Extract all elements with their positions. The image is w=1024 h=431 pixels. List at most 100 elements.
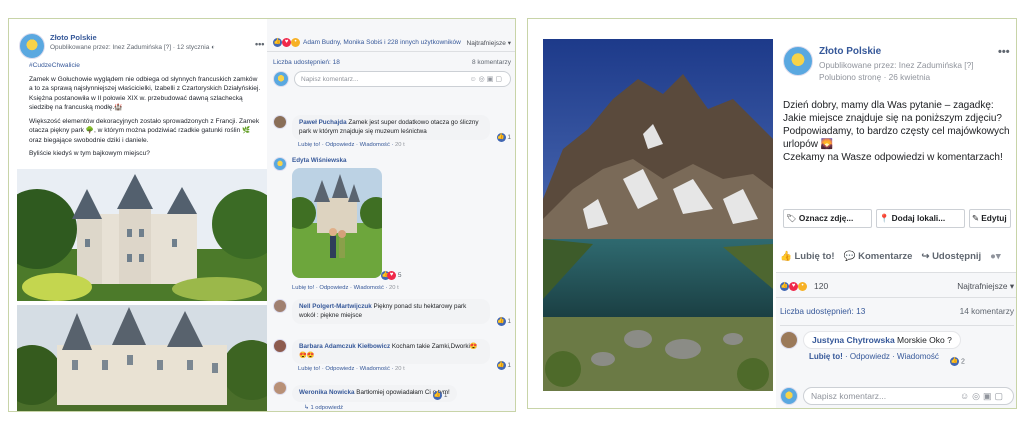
like-link[interactable]: Lubię to! (298, 142, 320, 148)
comment-bubble: Paweł Puchajda Zamek jest super dodatkow… (292, 115, 490, 141)
hashtag-link[interactable]: #CudzeChwalicie (29, 61, 261, 71)
help-link[interactable]: [?] (164, 44, 171, 51)
pencil-icon: ✎ (972, 213, 979, 223)
reply-link[interactable]: Odpowiedz (850, 352, 890, 361)
count: 2 (960, 358, 965, 366)
mountain-lake-photo[interactable] (543, 39, 773, 391)
sort-dropdown[interactable]: Najtrafniejsze ▾ (957, 281, 1014, 291)
avatar[interactable] (780, 331, 798, 349)
comment-photo[interactable] (284, 168, 392, 278)
reply-link[interactable]: Odpowiedz (325, 366, 354, 372)
comment-actions: Lubię to! · Odpowiedz · Wiadomość · 20 t (292, 285, 399, 291)
shares-count[interactable]: Liczba udostępnień: 18 (273, 59, 340, 66)
like-link[interactable]: Lubię to! (292, 285, 314, 291)
globe-icon: ◐ (211, 44, 216, 51)
speech-bubble-icon: 💬 (843, 251, 856, 262)
post-card-castle: Złoto Polskie Opublikowane przez: Inez Z… (8, 18, 516, 412)
share-button[interactable]: ↪ Udostępnij (921, 251, 981, 262)
avatar[interactable] (273, 299, 287, 313)
reactions-bar: 👍 ♥ • Adam Budny, Monika Sobiś i 228 inn… (273, 38, 511, 47)
comment-input[interactable]: Napisz komentarz... ☺◎▣▢ (294, 71, 511, 87)
post-paragraph: Zamek w Gołuchowie wyglądem nie odbiega … (29, 75, 261, 112)
page-name[interactable]: Złoto Polskie (50, 33, 215, 42)
comment-time[interactable]: 20 t (395, 366, 405, 372)
reactions-bar: 👍 ♥ • 120 Najtrafniejsze ▾ (780, 281, 1014, 291)
message-link[interactable]: Wiadomość (354, 285, 384, 291)
emoji-icon[interactable]: ☺◎▣▢ (470, 75, 504, 83)
comment-time[interactable]: 20 t (395, 142, 405, 148)
liked-page-date[interactable]: Polubiono stronę · 26 kwietnia (819, 72, 974, 82)
like-reaction-icon: 👍 (273, 38, 282, 47)
thumbs-up-icon: 👍 (780, 251, 792, 262)
comment-author[interactable]: Paweł Puchajda (299, 119, 347, 126)
comment-input[interactable]: Napisz komentarz... ☺◎▣▢ (803, 387, 1014, 405)
comment-author[interactable]: Edyta Wiśniewska (292, 157, 399, 164)
comment-author[interactable]: Barbara Adamczuk Kiełbowicz (299, 343, 390, 350)
comment-author[interactable]: Justyna Chytrowska (812, 335, 895, 345)
avatar[interactable] (273, 115, 287, 129)
help-link[interactable]: [?] (964, 60, 973, 70)
avatar[interactable] (273, 157, 287, 171)
label: Edytuj (981, 213, 1007, 223)
message-link[interactable]: Wiadomość (360, 142, 390, 148)
like-link[interactable]: Lubię to! (298, 366, 320, 372)
like-link[interactable]: Lubię to! (809, 352, 843, 361)
wow-reaction-icon: • (291, 38, 300, 47)
message-link[interactable]: Wiadomość (360, 366, 390, 372)
comment-reaction-count[interactable]: 👍 2 (950, 357, 965, 366)
love-reaction-icon: ♥ (387, 271, 396, 280)
comment: Edyta Wiśniewska Lubię to! · Odpowiedz ·… (273, 157, 511, 291)
comments-count[interactable]: 14 komentarzy (960, 306, 1014, 316)
post-date[interactable]: 12 stycznia (177, 44, 210, 51)
more-dots-icon[interactable]: ••• (255, 39, 264, 49)
comment: Nell Polgert-Martwijczuk Piękny ponad st… (273, 299, 511, 326)
like-reaction-icon: 👍 (433, 391, 442, 400)
replies-link[interactable]: ↳ 1 odpowiedź (292, 405, 490, 411)
comment-author[interactable]: Weronika Nowicka (299, 389, 355, 396)
like-button[interactable]: 👍 Lubię to! (780, 251, 835, 262)
label: Lubię to! (794, 251, 835, 262)
emoji-icon[interactable]: ☺◎▣▢ (960, 391, 1006, 402)
page-selector[interactable]: ●▾ (990, 251, 1001, 262)
comment-bubble: Barbara Adamczuk Kiełbowicz Kocham takie… (292, 339, 490, 365)
label: Najtrafniejsze (957, 281, 1008, 291)
page-avatar[interactable] (19, 33, 45, 59)
love-reaction-icon: ♥ (282, 38, 291, 47)
post-meta: Opublikowane przez: Inez Zadumińska [?] (819, 60, 974, 70)
edit-button[interactable]: ✎ Edytuj (969, 209, 1011, 228)
count: 1 (507, 134, 511, 142)
message-link[interactable]: Wiadomość (897, 352, 939, 361)
share-arrow-icon: ↪ (921, 251, 930, 262)
comment-reaction-count[interactable]: 👍♥ 5 (381, 271, 401, 280)
reaction-count[interactable]: 120 (814, 281, 828, 291)
more-dots-icon[interactable]: ••• (998, 46, 1010, 58)
comment-author[interactable]: Nell Polgert-Martwijczuk (299, 303, 372, 310)
comment-button[interactable]: 💬 Komentarze (844, 251, 913, 262)
divider (776, 297, 1016, 298)
count: 1 (507, 362, 511, 370)
page-avatar[interactable] (783, 46, 813, 76)
post-meta: Opublikowane przez: Inez Zadumińska [?] … (50, 44, 216, 51)
comment-bubble: Justyna Chytrowska Morskie Oko ? (803, 331, 961, 349)
castle-photo[interactable] (17, 169, 267, 301)
comment-reaction-count[interactable]: 👍 1 (496, 317, 511, 326)
comment-time[interactable]: 20 t (389, 285, 399, 291)
reply-link[interactable]: Odpowiedz (319, 285, 348, 291)
reactions-text[interactable]: Adam Budny, Monika Sobiś i 228 innych uż… (303, 39, 461, 46)
castle-photo[interactable] (17, 305, 267, 412)
post2-right-column: Złoto Polskie Opublikowane przez: Inez Z… (776, 19, 1016, 408)
shares-count[interactable]: Liczba udostępnień: 13 (780, 306, 865, 316)
comment: Paweł Puchajda Zamek jest super dodatkow… (273, 115, 511, 148)
comments-count[interactable]: 8 komentarzy (472, 59, 511, 66)
avatar[interactable] (273, 339, 287, 353)
comment-reaction-count[interactable]: 👍 1 (496, 133, 511, 142)
avatar[interactable] (273, 381, 287, 395)
reply-link[interactable]: Odpowiedz (325, 142, 354, 148)
sort-dropdown[interactable]: Najtrafniejsze ▾ (467, 39, 511, 47)
comment-reaction-count[interactable]: 👍 1 (433, 391, 447, 400)
add-location-button[interactable]: 📍 Dodaj lokali... (876, 209, 965, 228)
page-name[interactable]: Złoto Polskie (819, 46, 974, 57)
comment-reaction-count[interactable]: 👍 1 (496, 361, 511, 370)
tag-photo-button[interactable]: 🏷 Oznacz zdję... (783, 209, 872, 228)
comment: Weronika Nowicka Bartłomiej opowiadałam … (273, 381, 511, 411)
